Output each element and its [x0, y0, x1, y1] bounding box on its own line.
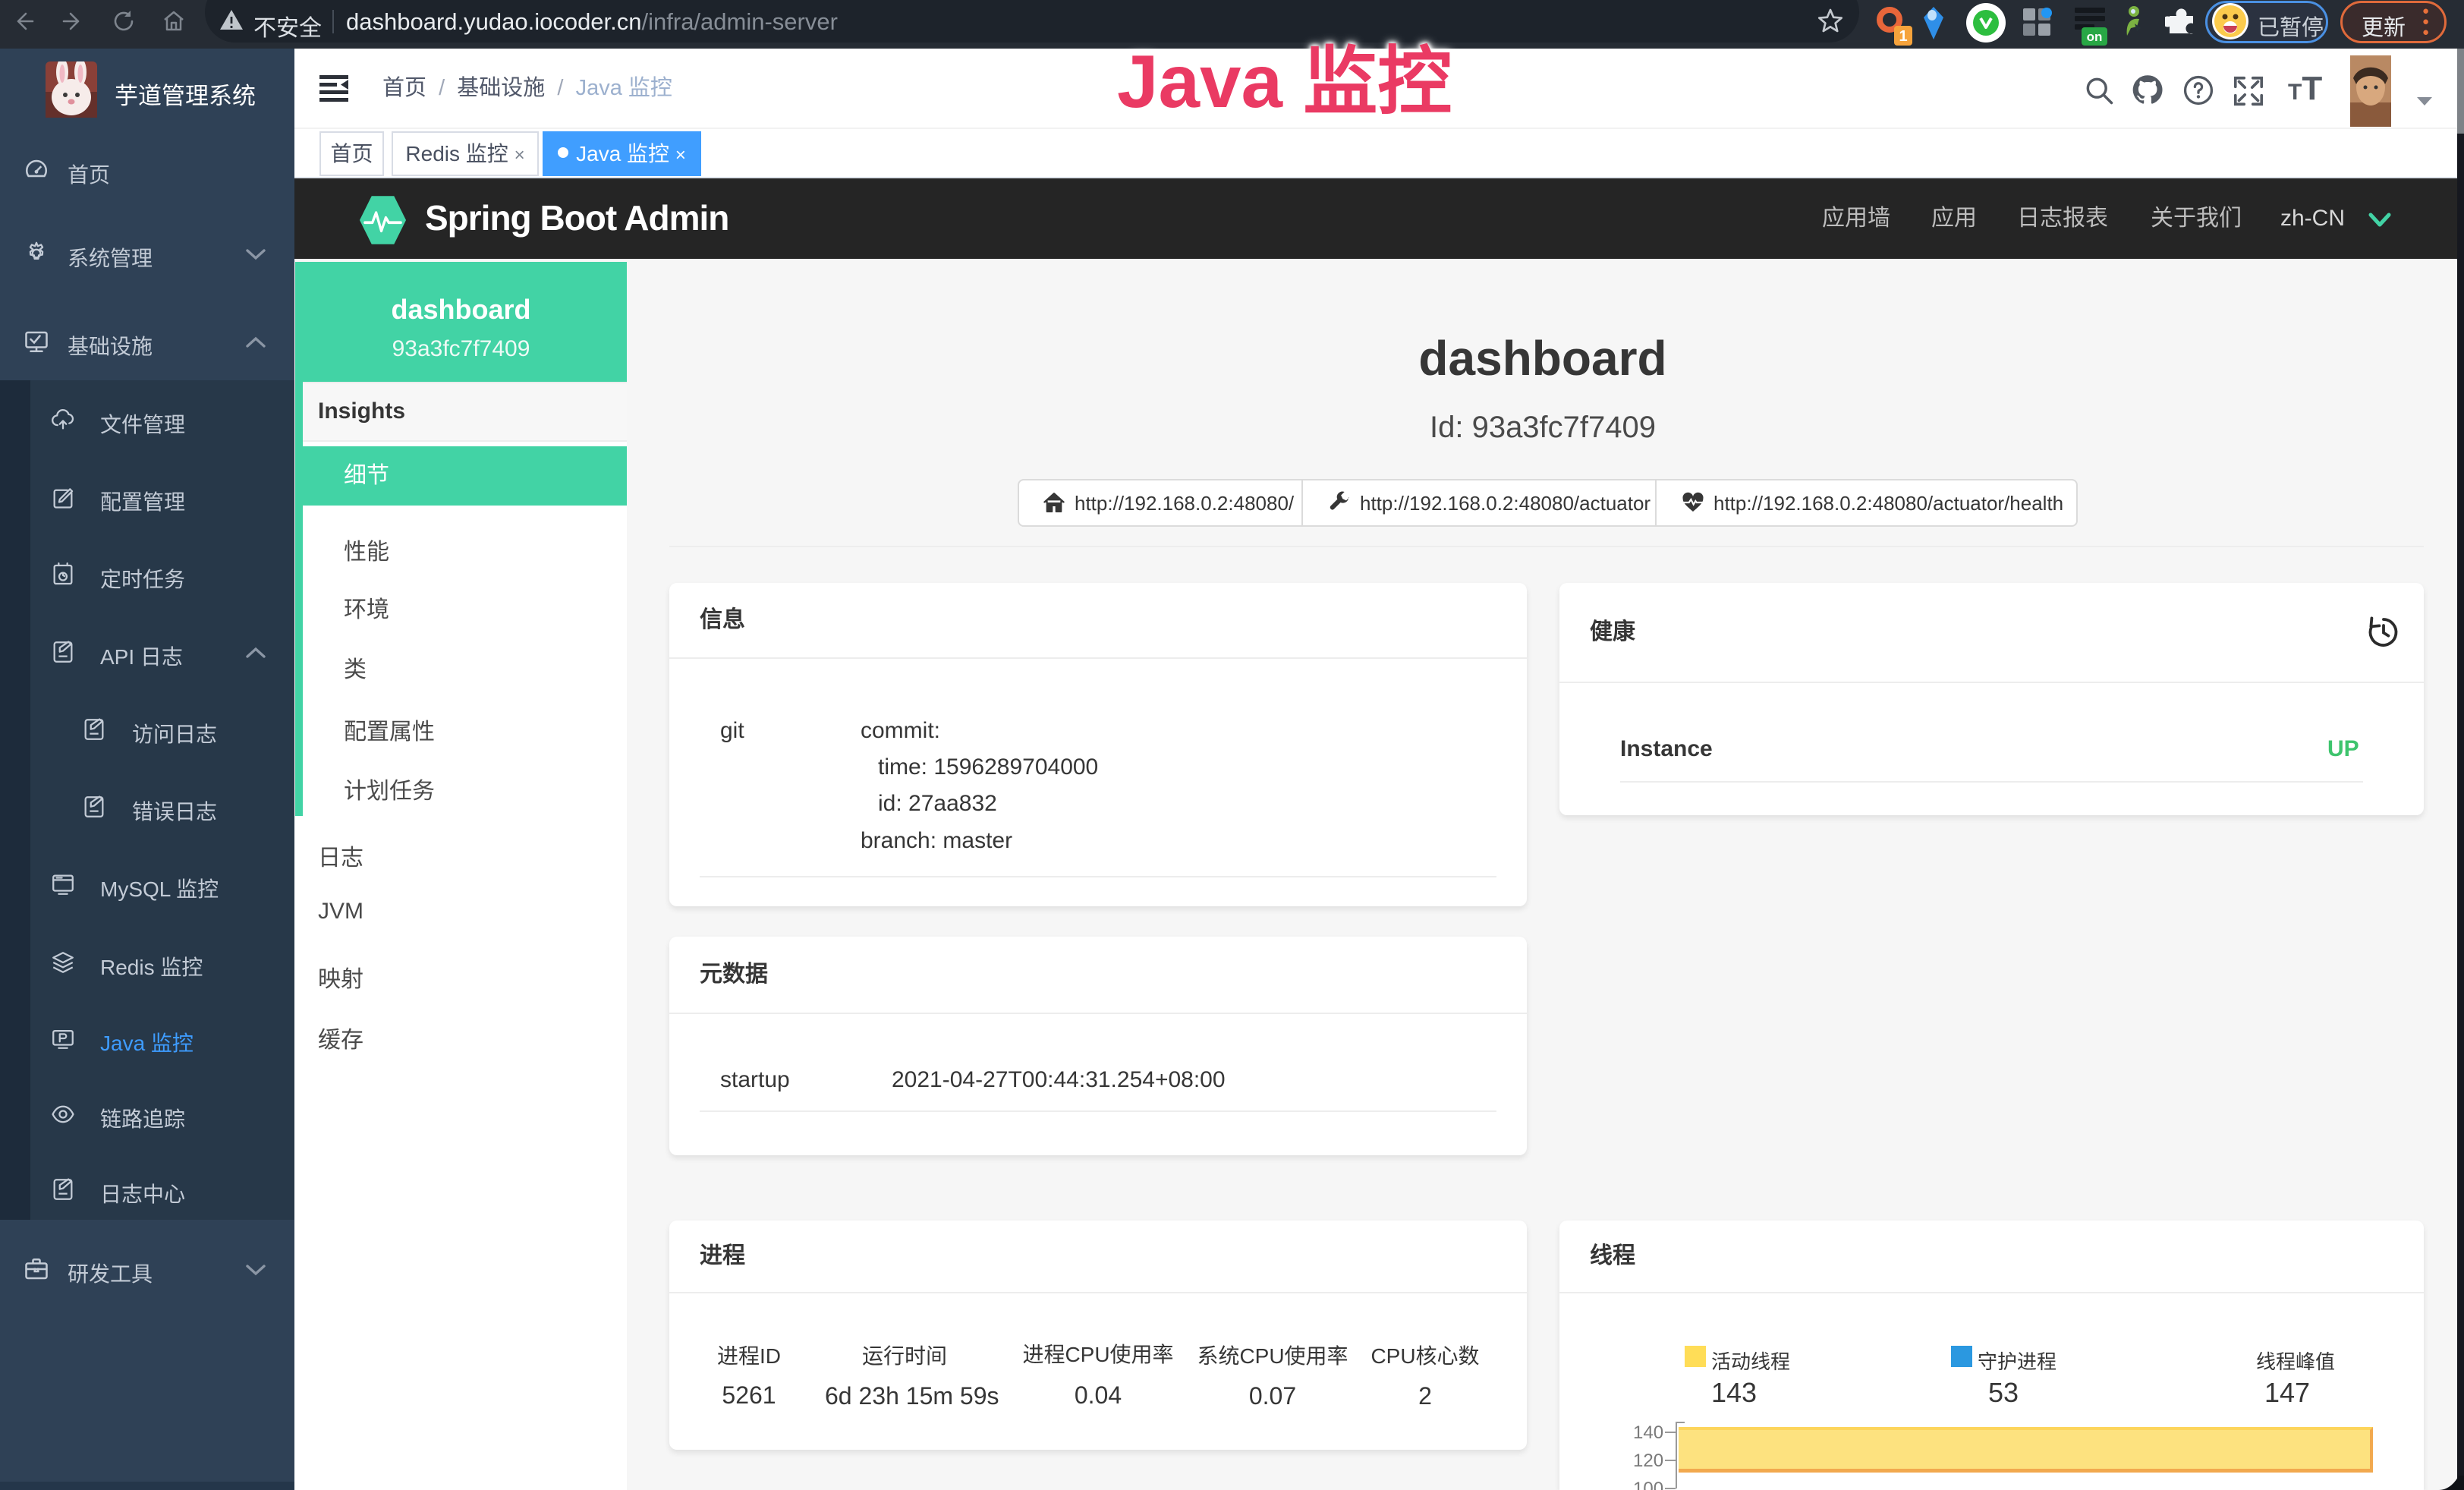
svg-text:1: 1 [1899, 28, 1907, 45]
svg-text:on: on [2087, 30, 2103, 44]
